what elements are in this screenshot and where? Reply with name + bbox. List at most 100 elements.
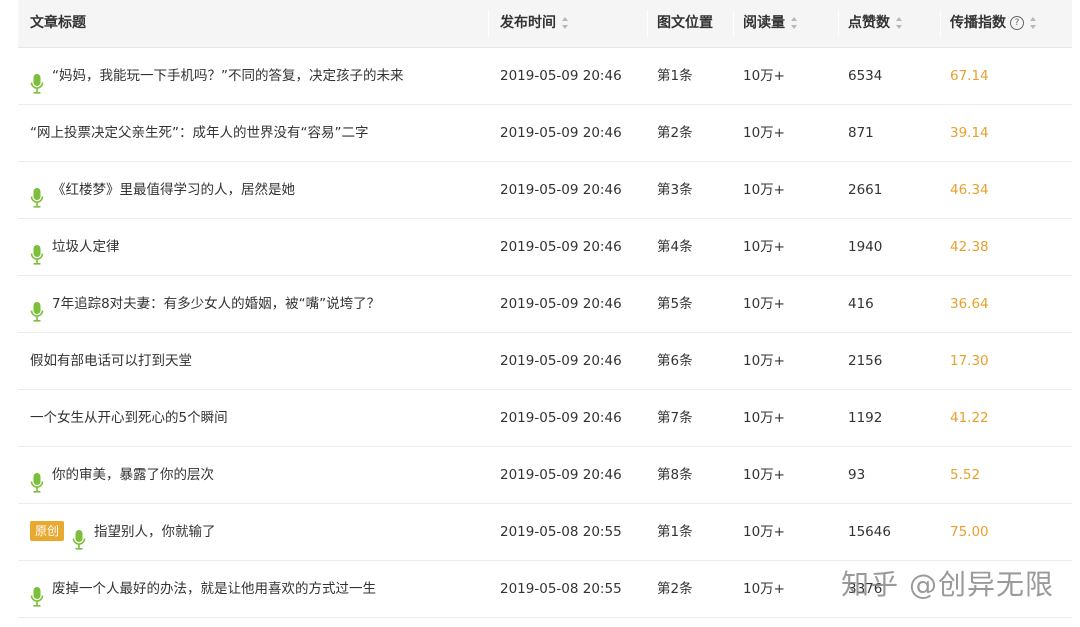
article-position: 第3条 (657, 182, 693, 198)
article-title-link[interactable]: 7年追踪8对夫妻：有多少女人的婚姻，被“嘴”说垮了？ (52, 296, 380, 312)
table-row: 你的审美，暴露了你的层次 2019-05-09 20:46 第8条 10万+ 93 5.5… (18, 447, 1072, 504)
microphone-icon (72, 519, 86, 550)
table-row: 假如有部电话可以打到天堂 2019-05-09 20:46 第6条 10万+ 2156 1… (18, 333, 1072, 390)
read-count: 10万+ (743, 353, 785, 369)
original-badge: 原创 (30, 520, 65, 541)
header-time[interactable]: 发布时间 (500, 0, 569, 47)
spread-index: 67.14 (950, 68, 989, 84)
read-count: 10万+ (743, 467, 785, 483)
like-count: 2156 (848, 353, 883, 369)
microphone-icon (30, 234, 44, 265)
article-position: 第2条 (657, 581, 693, 597)
publish-time: 2019-05-09 20:46 (500, 410, 622, 426)
microphone-icon (30, 462, 44, 493)
spread-index: 75.00 (950, 524, 989, 540)
article-title: “网上投票决定父亲生死”：成年人的世界没有“容易”二字 (30, 105, 500, 161)
header-position: 图文位置 (657, 15, 713, 31)
read-count: 10万+ (743, 68, 785, 84)
watermark: 知乎 @创异无限 (841, 568, 1054, 601)
table-row: 7年追踪8对夫妻：有多少女人的婚姻，被“嘴”说垮了？ 2019-05-09 20:… (18, 276, 1072, 333)
article-title-link[interactable]: 垃圾人定律 (52, 239, 120, 255)
read-count: 10万+ (743, 125, 785, 141)
article-position: 第8条 (657, 467, 693, 483)
spread-index: 46.34 (950, 182, 989, 198)
spread-index: 36.64 (950, 296, 989, 312)
read-count: 10万+ (743, 182, 785, 198)
article-title-link[interactable]: 一个女生从开心到死心的5个瞬间 (30, 410, 228, 426)
read-count: 10万+ (743, 239, 785, 255)
like-count: 93 (848, 467, 866, 483)
spread-index: 41.22 (950, 410, 989, 426)
read-count: 10万+ (743, 581, 785, 597)
like-count: 416 (848, 296, 874, 312)
publish-time: 2019-05-09 20:46 (500, 296, 622, 312)
table-row: 一个女生从开心到死心的5个瞬间 2019-05-09 20:46 第7条 10万+ 11… (18, 390, 1072, 447)
article-position: 第5条 (657, 296, 693, 312)
read-count: 10万+ (743, 524, 785, 540)
article-title: 废掉一个人最好的办法，就是让他用喜欢的方式过一生 (30, 561, 500, 617)
article-title-link[interactable]: 废掉一个人最好的办法，就是让他用喜欢的方式过一生 (52, 581, 376, 597)
article-title-link[interactable]: 《红楼梦》里最值得学习的人，居然是她 (52, 182, 295, 198)
publish-time: 2019-05-09 20:46 (500, 68, 622, 84)
table-row: 原创 指望别人，你就输了 2019-05-08 20:55 第1条 10万+ 15646 7… (18, 504, 1072, 561)
article-title-link[interactable]: 指望别人，你就输了 (94, 524, 216, 540)
article-title: 垃圾人定律 (30, 219, 500, 275)
article-title: 你的审美，暴露了你的层次 (30, 447, 500, 503)
spread-index: 17.30 (950, 353, 989, 369)
article-title-link[interactable]: “妈妈，我能玩一下手机吗？”不同的答复，决定孩子的未来 (52, 68, 404, 84)
like-count: 1192 (848, 410, 883, 426)
table-row: “妈妈，我能玩一下手机吗？”不同的答复，决定孩子的未来 2019-05-09 20… (18, 48, 1072, 105)
like-count: 2661 (848, 182, 883, 198)
like-count: 871 (848, 125, 874, 141)
spread-index: 39.14 (950, 125, 989, 141)
help-icon[interactable]: ? (1010, 16, 1024, 30)
table-header: 文章标题 发布时间 图文位置 阅读量 点赞数 传播指数? (18, 0, 1072, 48)
like-count: 15646 (848, 524, 891, 540)
microphone-icon (30, 63, 44, 94)
spread-index: 42.38 (950, 239, 989, 255)
publish-time: 2019-05-09 20:46 (500, 182, 622, 198)
like-count: 6534 (848, 68, 883, 84)
header-likes[interactable]: 点赞数 (848, 0, 903, 47)
table-row: “网上投票决定父亲生死”：成年人的世界没有“容易”二字 2019-05-09 20… (18, 105, 1072, 162)
read-count: 10万+ (743, 410, 785, 426)
article-title: 7年追踪8对夫妻：有多少女人的婚姻，被“嘴”说垮了？ (30, 276, 500, 332)
publish-time: 2019-05-08 20:55 (500, 524, 622, 540)
article-position: 第1条 (657, 68, 693, 84)
microphone-icon (30, 576, 44, 607)
article-title: 假如有部电话可以打到天堂 (30, 333, 500, 389)
article-position: 第1条 (657, 524, 693, 540)
spread-index: 5.52 (950, 467, 981, 483)
publish-time: 2019-05-09 20:46 (500, 353, 622, 369)
sort-icon[interactable] (791, 17, 798, 29)
article-position: 第4条 (657, 239, 693, 255)
sort-icon[interactable] (1030, 17, 1037, 29)
article-title-link[interactable]: 你的审美，暴露了你的层次 (52, 467, 214, 483)
article-title: 一个女生从开心到死心的5个瞬间 (30, 390, 500, 446)
sort-icon[interactable] (896, 17, 903, 29)
microphone-icon (30, 177, 44, 208)
sort-icon[interactable] (562, 17, 569, 29)
table-body: “妈妈，我能玩一下手机吗？”不同的答复，决定孩子的未来 2019-05-09 20… (18, 48, 1072, 618)
article-title-link[interactable]: “网上投票决定父亲生死”：成年人的世界没有“容易”二字 (30, 125, 368, 141)
header-index[interactable]: 传播指数? (950, 0, 1037, 47)
article-position: 第2条 (657, 125, 693, 141)
publish-time: 2019-05-09 20:46 (500, 125, 622, 141)
like-count: 1940 (848, 239, 883, 255)
article-position: 第7条 (657, 410, 693, 426)
microphone-icon (30, 291, 44, 322)
table-row: 垃圾人定律 2019-05-09 20:46 第4条 10万+ 1940 42.38 (18, 219, 1072, 276)
publish-time: 2019-05-09 20:46 (500, 467, 622, 483)
article-table: 文章标题 发布时间 图文位置 阅读量 点赞数 传播指数? “妈妈，我能玩一下手机… (18, 0, 1072, 618)
article-position: 第6条 (657, 353, 693, 369)
publish-time: 2019-05-08 20:55 (500, 581, 622, 597)
table-row: 《红楼梦》里最值得学习的人，居然是她 2019-05-09 20:46 第3条 10万… (18, 162, 1072, 219)
header-title: 文章标题 (30, 15, 86, 31)
publish-time: 2019-05-09 20:46 (500, 239, 622, 255)
read-count: 10万+ (743, 296, 785, 312)
article-title-link[interactable]: 假如有部电话可以打到天堂 (30, 353, 192, 369)
header-reads[interactable]: 阅读量 (743, 0, 798, 47)
article-title: 《红楼梦》里最值得学习的人，居然是她 (30, 162, 500, 218)
article-title: “妈妈，我能玩一下手机吗？”不同的答复，决定孩子的未来 (30, 48, 500, 104)
article-title: 原创 指望别人，你就输了 (30, 504, 500, 560)
